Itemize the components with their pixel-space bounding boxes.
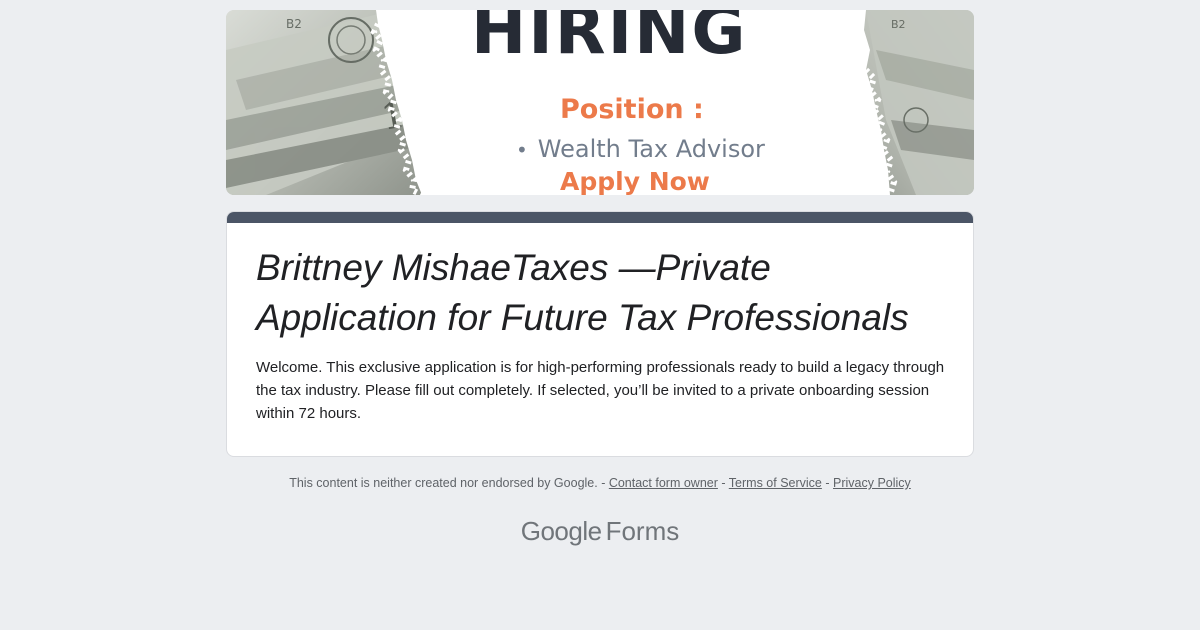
banner-role: Wealth Tax Advisor bbox=[537, 135, 765, 163]
forms-wordmark: Forms bbox=[605, 516, 680, 546]
page: 10 B2 B2 HIRING Position : •Wealth Tax A… bbox=[0, 0, 1200, 630]
banner-cta: Apply Now bbox=[560, 167, 710, 195]
form-header-card: Brittney MishaeTaxes —Private Applicatio… bbox=[226, 211, 974, 457]
banner-role-line: • Wealth Tax Advisor bbox=[516, 137, 765, 161]
banner-bullet: • bbox=[516, 138, 528, 162]
banner-text-layer: HIRING Position : • Wealth Tax Advisor Ap… bbox=[226, 10, 974, 195]
footer: This content is neither created nor endo… bbox=[0, 476, 1200, 490]
footer-separator: - bbox=[597, 476, 609, 490]
privacy-policy-link[interactable]: Privacy Policy bbox=[833, 476, 911, 490]
card-accent-bar bbox=[227, 212, 973, 223]
form-description: Welcome. This exclusive application is f… bbox=[256, 359, 945, 422]
google-forms-logo[interactable]: Google Forms bbox=[0, 516, 1200, 547]
footer-disclaimer: This content is neither created nor endo… bbox=[289, 476, 598, 490]
banner-headline: HIRING bbox=[471, 10, 748, 69]
footer-separator: - bbox=[821, 476, 833, 490]
form-title: Brittney MishaeTaxes —Private Applicatio… bbox=[256, 247, 909, 338]
contact-form-owner-link[interactable]: Contact form owner bbox=[609, 476, 718, 490]
banner-position-label: Position : bbox=[560, 94, 704, 125]
terms-of-service-link[interactable]: Terms of Service bbox=[729, 476, 822, 490]
header-banner-image: 10 B2 B2 HIRING Position : •Wealth Tax A… bbox=[226, 10, 974, 195]
google-wordmark: Google bbox=[520, 516, 602, 546]
footer-separator: - bbox=[717, 476, 729, 490]
